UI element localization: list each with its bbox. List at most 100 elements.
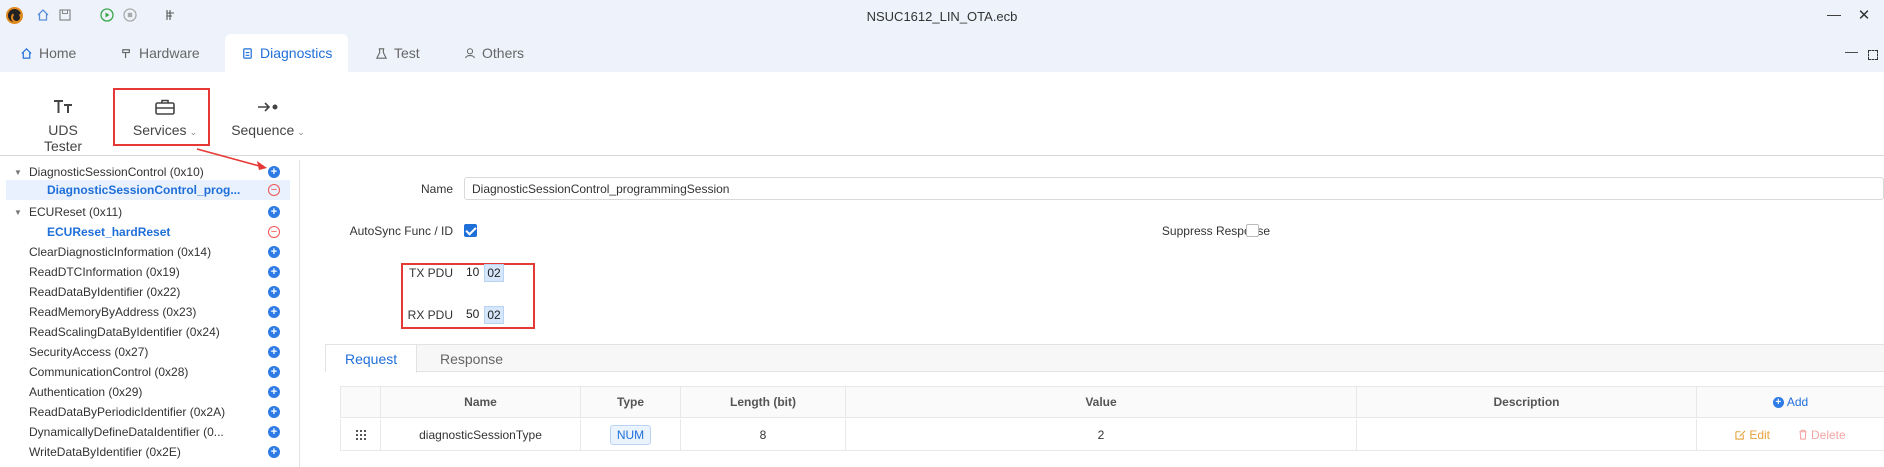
minimize-button[interactable]: — <box>1826 6 1842 22</box>
tree-item-read-dtc[interactable]: ReadDTCInformation (0x19) + <box>0 262 296 282</box>
rx-byte[interactable]: 02 <box>484 306 504 324</box>
window-title: NSUC1612_LIN_OTA.ecb <box>866 9 1018 24</box>
name-field[interactable] <box>464 177 1884 200</box>
main-tabs: Home Hardware Diagnostics Test Others — <box>0 30 1884 72</box>
tab-others[interactable]: Others <box>464 34 524 72</box>
tree-item-clear-dtc[interactable]: ClearDiagnosticInformation (0x14) + <box>0 242 296 262</box>
tx-byte[interactable]: 10 <box>464 264 481 282</box>
uds-tester-label: UDS Tester <box>43 122 83 154</box>
tx-pdu-label: TX PDU <box>408 266 453 280</box>
tab-response[interactable]: Response <box>421 345 522 372</box>
add-icon[interactable]: + <box>268 366 280 378</box>
tree-item-dynamically-define[interactable]: DynamicallyDefineDataIdentifier (0... + <box>0 422 296 442</box>
remove-icon[interactable]: − <box>268 226 280 238</box>
rx-byte[interactable]: 50 <box>464 306 481 324</box>
flask-icon <box>375 47 388 60</box>
ribbon-toolbar: UDS Tester Services ⌄ Sequence ⌄ <box>0 72 1884 156</box>
autosync-label: AutoSync Func / ID <box>349 224 453 238</box>
tree-item-session-programming[interactable]: DiagnosticSessionControl_prog... − <box>6 180 290 200</box>
tree-item-write-data-by-id[interactable]: WriteDataByIdentifier (0x2E) + <box>0 442 296 462</box>
trash-icon <box>1799 429 1807 440</box>
tree-item-communication-control[interactable]: CommunicationControl (0x28) + <box>0 362 296 382</box>
tab-label: Others <box>482 45 525 61</box>
tree-item-read-memory[interactable]: ReadMemoryByAddress (0x23) + <box>0 302 296 322</box>
type-column-header: Type <box>580 387 680 417</box>
hammer-icon <box>120 47 133 60</box>
tab-test[interactable]: Test <box>375 34 420 72</box>
tab-label: Home <box>39 45 77 61</box>
uds-tester-button[interactable]: UDS Tester <box>28 96 98 154</box>
tree-item-read-periodic[interactable]: ReadDataByPeriodicIdentifier (0x2A) + <box>0 402 296 422</box>
add-icon[interactable]: + <box>268 206 280 218</box>
tx-byte[interactable]: 02 <box>484 264 504 282</box>
add-icon[interactable]: + <box>268 286 280 298</box>
edit-button[interactable]: Edit <box>1735 428 1770 442</box>
tab-home[interactable]: Home <box>20 34 76 72</box>
add-icon[interactable]: + <box>268 306 280 318</box>
handle-column-header <box>340 387 380 417</box>
tab-label: Test <box>394 45 420 61</box>
tx-pdu-bytes: 10 02 <box>464 264 504 282</box>
rx-pdu-label: RX PDU <box>407 308 453 322</box>
expand-icon[interactable] <box>1868 50 1878 60</box>
user-icon <box>464 47 476 59</box>
add-icon[interactable]: + <box>268 406 280 418</box>
home-icon <box>20 47 33 60</box>
description-column-header: Description <box>1356 387 1696 417</box>
add-row-button[interactable]: + Add <box>1696 387 1884 417</box>
collapse-ribbon-button[interactable]: — <box>1845 44 1858 59</box>
tree-item-diagnostic-session-control[interactable]: ▼ DiagnosticSessionControl (0x10) + <box>0 162 296 182</box>
add-icon[interactable]: + <box>268 386 280 398</box>
edit-icon <box>1735 430 1746 440</box>
service-tree: ▼ DiagnosticSessionControl (0x10) + Diag… <box>0 160 300 467</box>
value-column-header: Value <box>845 387 1356 417</box>
caret-down-icon[interactable]: ▼ <box>14 168 22 177</box>
table-header: Name Type Length (bit) Value Description… <box>340 386 1884 418</box>
sequence-label: Sequence <box>231 122 295 138</box>
tab-request[interactable]: Request <box>326 345 418 373</box>
request-response-tabs: Request Response <box>325 344 1884 373</box>
add-icon[interactable]: + <box>268 266 280 278</box>
tab-diagnostics[interactable]: Diagnostics <box>225 34 349 72</box>
text-size-icon <box>28 96 98 118</box>
add-icon[interactable]: + <box>268 246 280 258</box>
type-badge: NUM <box>609 424 652 445</box>
tree-item-ecu-reset-hard[interactable]: ECUReset_hardReset − <box>0 222 296 242</box>
suppress-response-checkbox[interactable] <box>1246 224 1259 237</box>
tree-item-read-scaling[interactable]: ReadScalingDataByIdentifier (0x24) + <box>0 322 296 342</box>
caret-down-icon[interactable]: ▼ <box>14 208 22 217</box>
tab-hardware[interactable]: Hardware <box>120 34 200 72</box>
tree-item-read-data-by-id[interactable]: ReadDataByIdentifier (0x22) + <box>0 282 296 302</box>
param-name: diagnosticSessionType <box>380 419 580 450</box>
add-icon[interactable]: + <box>268 166 280 178</box>
tab-label: Diagnostics <box>260 45 333 61</box>
param-length: 8 <box>680 419 845 450</box>
param-description <box>1356 419 1696 450</box>
chevron-down-icon: ⌄ <box>297 127 305 137</box>
add-icon: + <box>1772 396 1784 408</box>
title-bar: NSUC1612_LIN_OTA.ecb — ✕ <box>0 0 1884 30</box>
row-actions: Edit Delete <box>1696 419 1884 450</box>
add-icon[interactable]: + <box>268 426 280 438</box>
delete-button[interactable]: Delete <box>1798 428 1846 442</box>
add-icon[interactable]: + <box>268 326 280 338</box>
name-column-header: Name <box>380 387 580 417</box>
diagnostics-icon <box>241 47 254 60</box>
sequence-button[interactable]: Sequence ⌄ <box>226 96 310 138</box>
add-icon[interactable]: + <box>268 346 280 358</box>
table-row[interactable]: diagnosticSessionType NUM 8 2 Edit Delet… <box>340 419 1884 451</box>
drag-handle-icon[interactable] <box>340 419 380 450</box>
rx-pdu-bytes: 50 02 <box>464 306 504 324</box>
tree-item-authentication[interactable]: Authentication (0x29) + <box>0 382 296 402</box>
param-type-cell: NUM <box>580 419 680 450</box>
close-button[interactable]: ✕ <box>1856 6 1872 24</box>
param-value: 2 <box>845 419 1356 450</box>
tree-item-security-access[interactable]: SecurityAccess (0x27) + <box>0 342 296 362</box>
autosync-checkbox[interactable] <box>464 224 477 237</box>
tree-item-ecu-reset[interactable]: ▼ ECUReset (0x11) + <box>0 202 296 222</box>
add-icon[interactable]: + <box>268 446 280 458</box>
remove-icon[interactable]: − <box>268 184 280 196</box>
name-label: Name <box>420 182 453 196</box>
tab-label: Hardware <box>139 45 200 61</box>
length-column-header: Length (bit) <box>680 387 845 417</box>
